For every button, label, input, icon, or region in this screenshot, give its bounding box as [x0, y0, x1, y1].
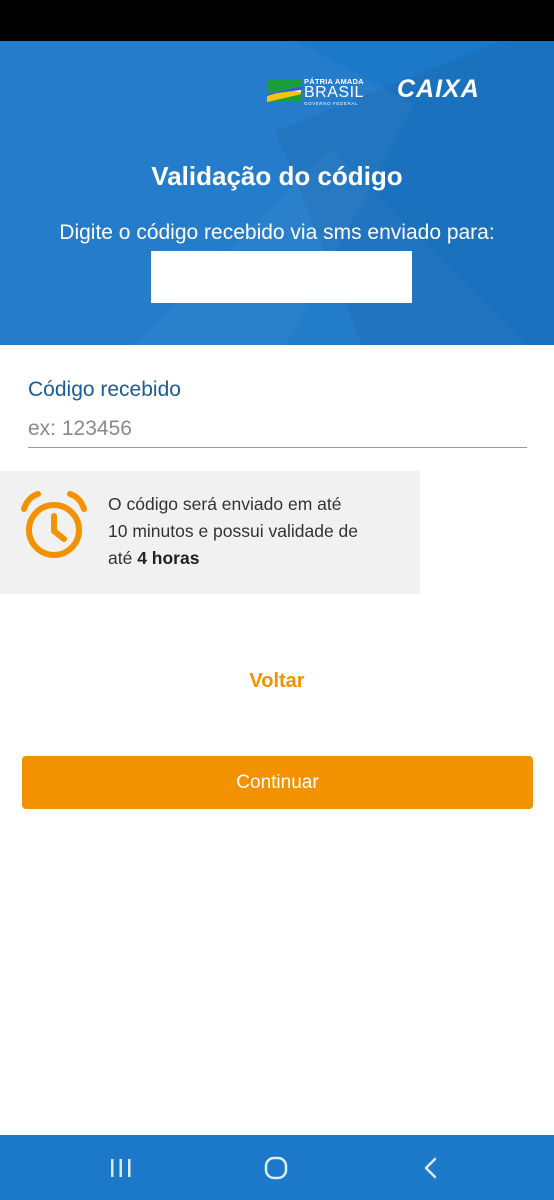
continue-button[interactable]: Continuar: [22, 756, 533, 809]
page-title: Validação do código: [151, 161, 403, 191]
page-subtitle: Digite o código recebido via sms enviado…: [59, 221, 495, 244]
info-text-prefix: até: [108, 548, 138, 568]
gov-logo-subtitle: GOVERNO FEDERAL: [304, 101, 359, 106]
caixa-logo: CAIXA: [397, 75, 480, 103]
info-text: O código será enviado em até 10 minutos …: [108, 491, 408, 572]
gov-logo-name: BRASIL: [304, 84, 364, 101]
validity-duration: 4 horas: [137, 548, 200, 568]
header-banner: PÁTRIA AMADA BRASIL GOVERNO FEDERAL CAIX…: [0, 41, 554, 345]
gov-brasil-logo: PÁTRIA AMADA BRASIL GOVERNO FEDERAL: [267, 77, 364, 107]
info-text-line: até 4 horas: [108, 545, 408, 572]
phone-number-box: [151, 251, 412, 303]
system-nav-bar: [0, 1135, 554, 1200]
back-link[interactable]: Voltar: [0, 670, 554, 693]
status-bar: [0, 0, 554, 41]
alarm-clock-icon: [21, 491, 87, 558]
info-text-line: 10 minutos e possui validade de: [108, 521, 359, 541]
info-notice: O código será enviado em até 10 minutos …: [0, 471, 420, 594]
brazil-flag-icon: [267, 80, 301, 102]
home-icon[interactable]: [264, 1156, 288, 1180]
code-field-label: Código recebido: [28, 378, 181, 401]
code-input[interactable]: [28, 410, 527, 448]
recent-apps-icon[interactable]: [108, 1158, 134, 1178]
back-icon[interactable]: [420, 1156, 442, 1180]
info-text-line: O código será enviado em até: [108, 494, 342, 514]
